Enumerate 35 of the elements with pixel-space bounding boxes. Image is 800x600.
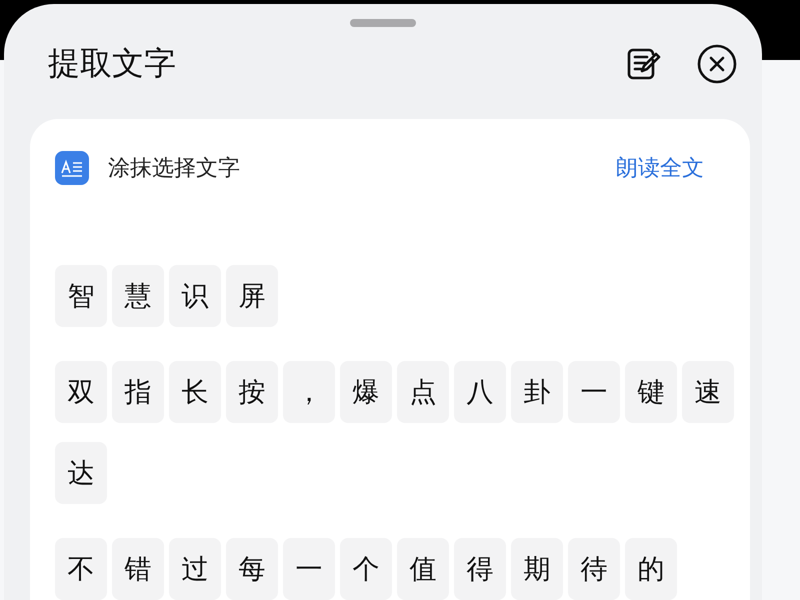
character-tile[interactable]: 每 bbox=[226, 538, 278, 600]
character-tile[interactable]: ， bbox=[283, 361, 335, 423]
character-tile[interactable]: 键 bbox=[625, 361, 677, 423]
text-document-icon bbox=[55, 151, 89, 185]
character-tile[interactable]: 值 bbox=[397, 538, 449, 600]
character-tile[interactable]: 长 bbox=[169, 361, 221, 423]
character-tile[interactable]: 不 bbox=[55, 538, 107, 600]
character-tile[interactable]: 得 bbox=[454, 538, 506, 600]
drag-handle[interactable] bbox=[350, 19, 416, 27]
character-tile[interactable]: 一 bbox=[568, 361, 620, 423]
close-icon[interactable] bbox=[697, 44, 737, 84]
character-tile[interactable]: 点 bbox=[397, 361, 449, 423]
character-tile[interactable]: 双 bbox=[55, 361, 107, 423]
character-tile[interactable]: 期 bbox=[511, 538, 563, 600]
mode-label: 涂抹选择文字 bbox=[108, 155, 240, 183]
sheet-title: 提取文字 bbox=[48, 43, 176, 84]
character-tile[interactable]: 错 bbox=[112, 538, 164, 600]
edit-icon[interactable] bbox=[625, 46, 661, 82]
character-tile[interactable]: 个 bbox=[340, 538, 392, 600]
character-tile[interactable]: 一 bbox=[283, 538, 335, 600]
character-tile[interactable]: 过 bbox=[169, 538, 221, 600]
character-tile[interactable]: 达 bbox=[55, 442, 107, 504]
character-tile[interactable]: 爆 bbox=[340, 361, 392, 423]
character-tile[interactable]: 八 bbox=[454, 361, 506, 423]
character-tile[interactable]: 指 bbox=[112, 361, 164, 423]
character-tile[interactable]: 按 bbox=[226, 361, 278, 423]
read-all-link[interactable]: 朗读全文 bbox=[616, 153, 704, 183]
character-tile[interactable]: 待 bbox=[568, 538, 620, 600]
character-tile[interactable]: 慧 bbox=[112, 265, 164, 327]
character-tile[interactable]: 的 bbox=[625, 538, 677, 600]
character-tile[interactable]: 智 bbox=[55, 265, 107, 327]
character-tile[interactable]: 速 bbox=[682, 361, 734, 423]
character-tile[interactable]: 卦 bbox=[511, 361, 563, 423]
character-tile[interactable]: 屏 bbox=[226, 265, 278, 327]
character-tile[interactable]: 识 bbox=[169, 265, 221, 327]
